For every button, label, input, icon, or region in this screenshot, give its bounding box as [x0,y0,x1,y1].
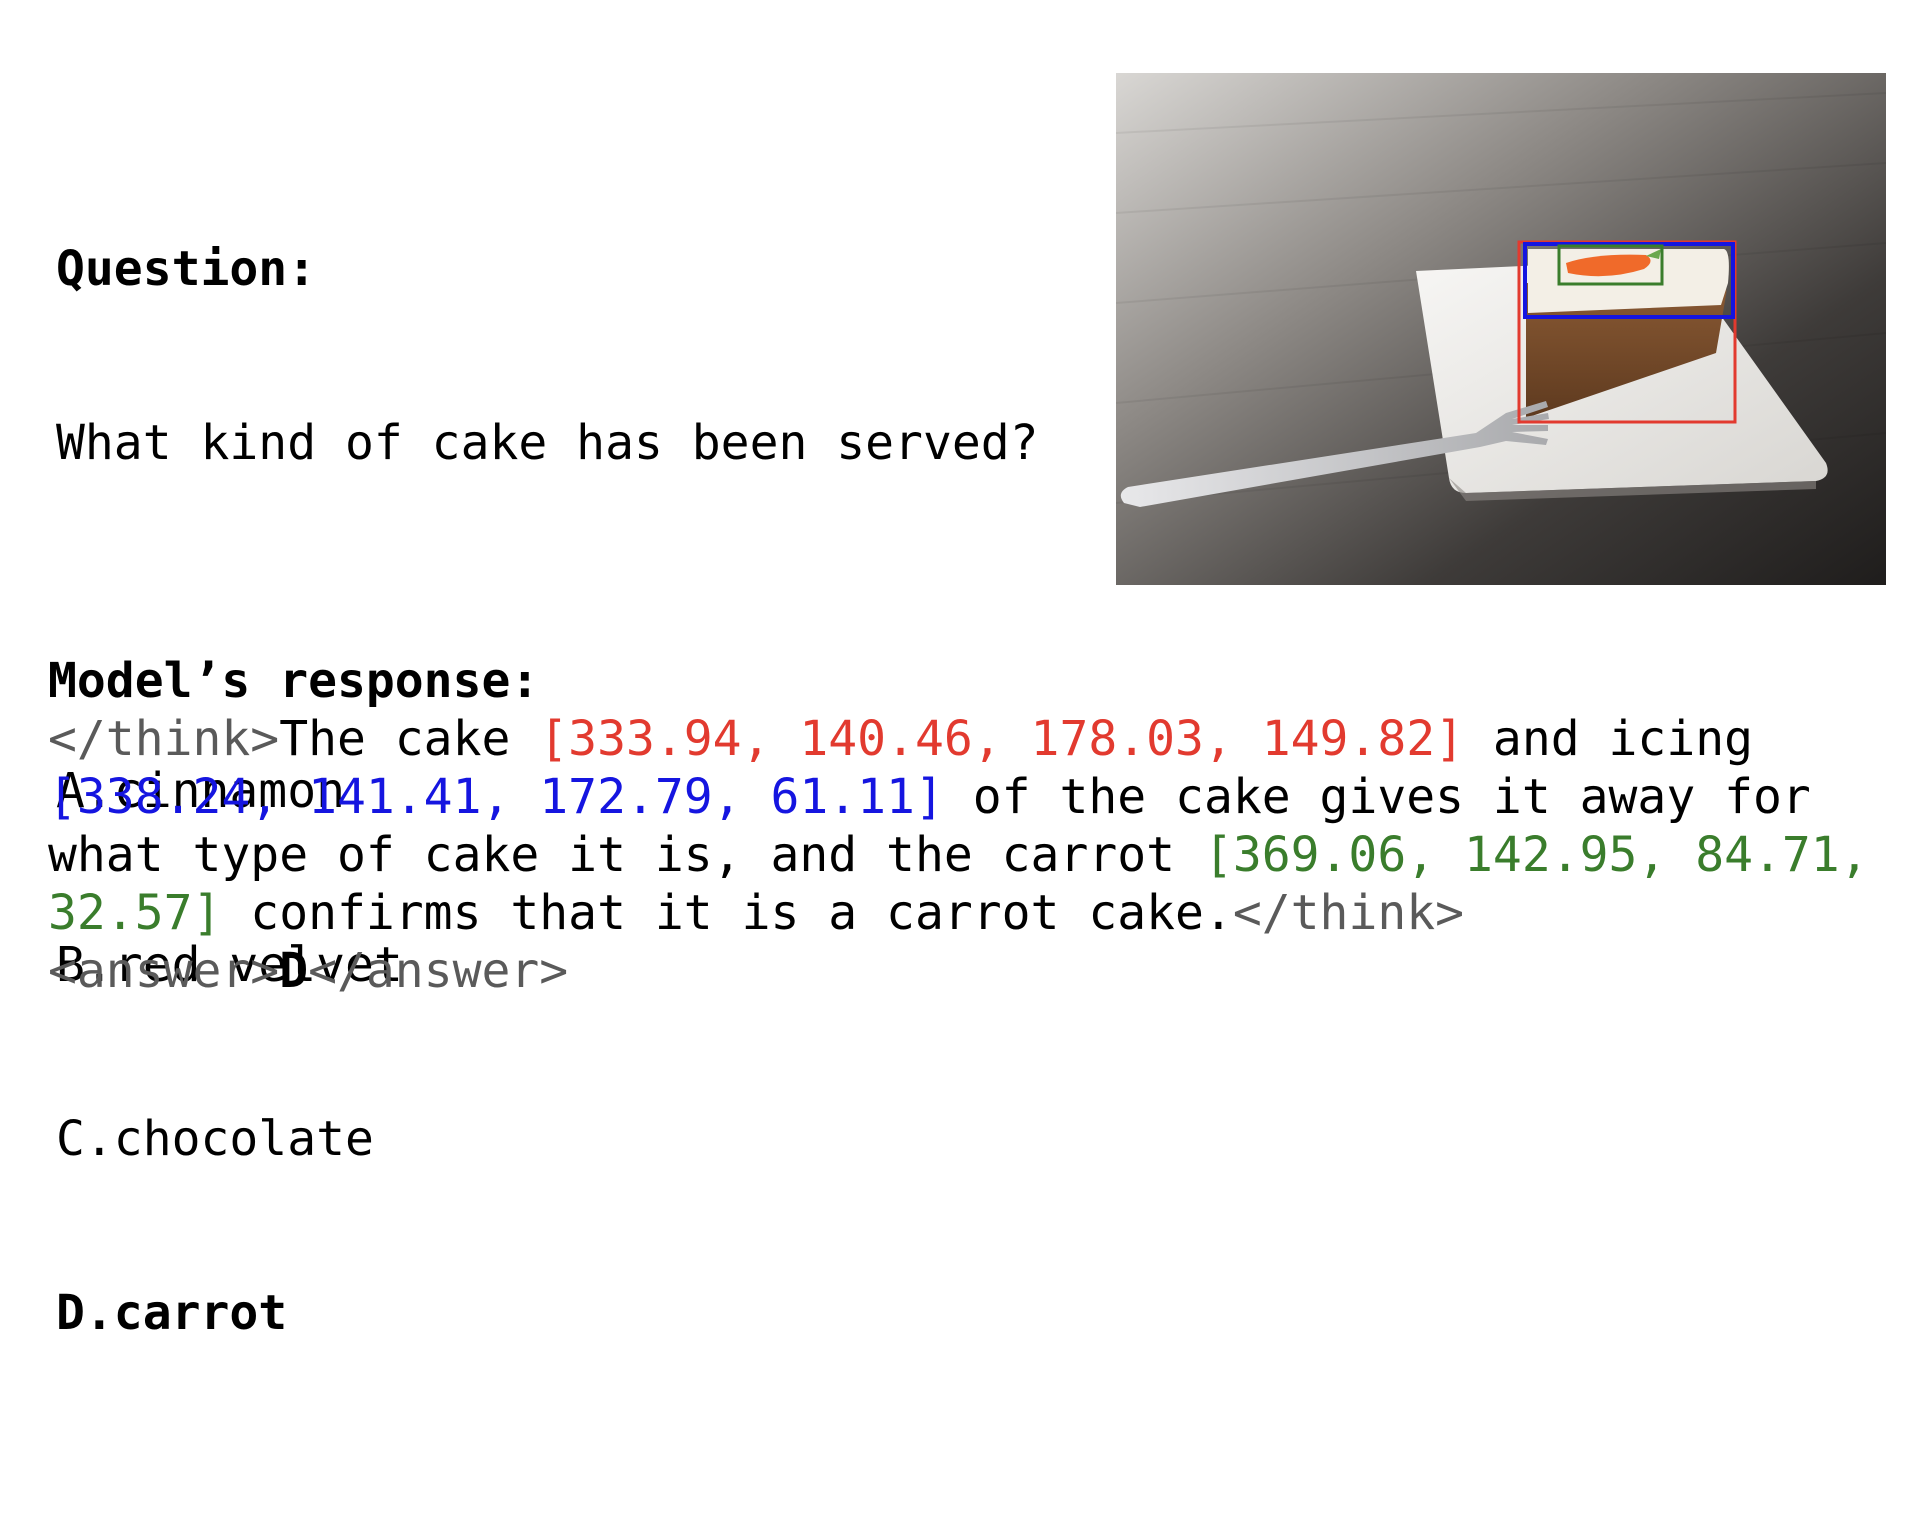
cake-bbox-text: [333.94, 140.46, 178.03, 149.82] [539,711,1465,767]
option-c-letter: C. [56,1111,114,1167]
option-d: D.carrot [56,1284,1039,1342]
question-text: What kind of cake has been served? [56,415,1039,471]
icing-bbox-text: [338.24, 141.41, 172.79, 61.11] [48,769,944,825]
option-c: C.chocolate [56,1110,1039,1168]
answer-close-tag: </answer> [308,943,569,999]
cake-photo [1116,73,1886,585]
think-close-tag: </think> [1232,885,1465,941]
response-text-4: confirms that it is a carrot cake. [221,885,1233,941]
option-d-letter: D. [56,1285,114,1341]
response-block: Model’s response: </think>The cake [333.… [48,652,1898,1000]
response-text-2: and icing [1464,711,1782,767]
option-c-text: chocolate [113,1111,374,1167]
answer-open-tag: <answer> [48,943,280,999]
think-open-tag: </think> [48,711,280,767]
response-label: Model’s response: [48,653,540,709]
question-label: Question: [56,241,317,297]
response-body: </think>The cake [333.94, 140.46, 178.03… [48,710,1898,1000]
option-d-text: carrot [113,1285,288,1341]
answer-value: D [279,943,309,999]
cake-photo-illustration [1116,73,1886,585]
response-text-1: The cake [279,711,540,767]
